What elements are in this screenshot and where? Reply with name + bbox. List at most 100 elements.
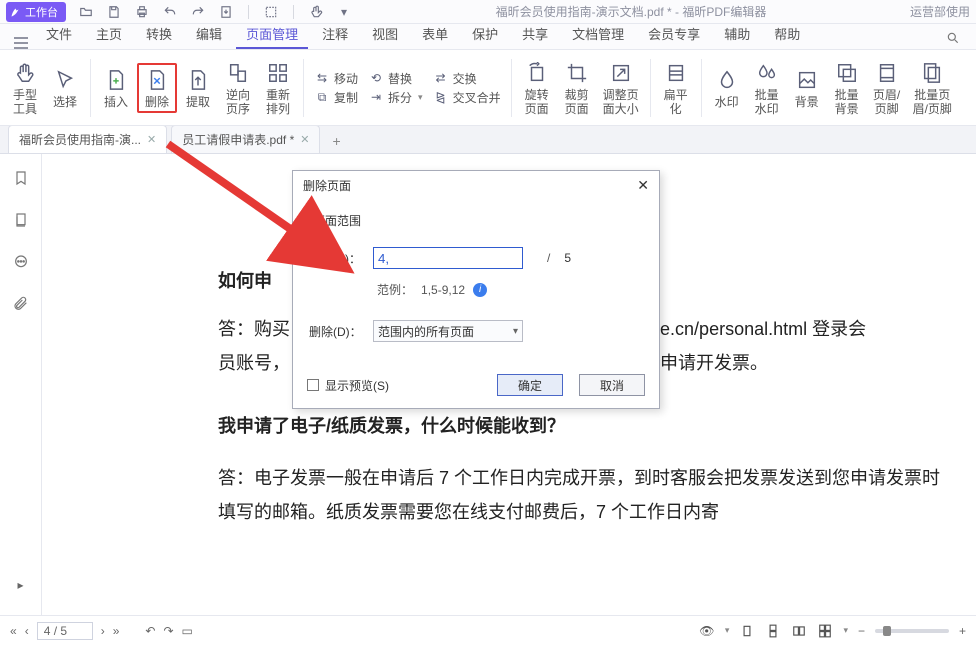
nav-fwd-icon[interactable]: ↷ bbox=[163, 624, 173, 638]
batch-hf-button[interactable]: 批量页 眉/页脚 bbox=[908, 58, 957, 118]
insert-label: 插入 bbox=[104, 95, 128, 109]
ok-button[interactable]: 确定 bbox=[497, 374, 563, 396]
bookmark-icon[interactable] bbox=[11, 168, 31, 188]
copy-button[interactable]: ⧉复制 bbox=[314, 89, 358, 106]
menu-page-manage[interactable]: 页面管理 bbox=[236, 20, 308, 49]
delete-page-button[interactable]: 删除 bbox=[137, 63, 177, 113]
header-footer-button[interactable]: 页眉/ 页脚 bbox=[868, 58, 906, 118]
move-button[interactable]: ⇆移动 bbox=[314, 70, 358, 87]
hamburger-icon[interactable] bbox=[10, 37, 32, 49]
flatten-button[interactable]: 扁平 化 bbox=[657, 58, 695, 118]
nav-back-icon[interactable]: ↶ bbox=[145, 624, 155, 638]
heading-2: 我申请了电子/纸质发票，什么时候能收到？ bbox=[218, 409, 956, 443]
replace-icon: ⟲ bbox=[368, 70, 384, 86]
crop-button[interactable]: 裁剪 页面 bbox=[558, 58, 596, 118]
batch-background-button[interactable]: 批量 背景 bbox=[828, 58, 866, 118]
batch-watermark-label: 批量 水印 bbox=[755, 88, 779, 116]
watermark-button[interactable]: 水印 bbox=[708, 65, 746, 111]
menu-doc-mgmt[interactable]: 文档管理 bbox=[562, 20, 634, 49]
save-icon[interactable] bbox=[106, 4, 122, 20]
menu-protect[interactable]: 保护 bbox=[462, 20, 508, 49]
close-icon[interactable]: ✕ bbox=[637, 177, 649, 194]
redo-icon[interactable] bbox=[190, 4, 206, 20]
delete-scope-select[interactable]: 范围内的所有页面 ▾ bbox=[373, 320, 523, 342]
rearrange-button[interactable]: 重新 排列 bbox=[259, 58, 297, 118]
flatten-icon bbox=[663, 60, 689, 86]
page-number-box[interactable]: 4 / 5 bbox=[37, 622, 93, 640]
menu-assist[interactable]: 辅助 bbox=[714, 20, 760, 49]
background-button[interactable]: 背景 bbox=[788, 65, 826, 111]
hand-tool-button[interactable]: 手型 工具 bbox=[6, 58, 44, 118]
drop-icon bbox=[714, 67, 740, 93]
next-page-icon[interactable]: › bbox=[101, 624, 105, 638]
print-icon[interactable] bbox=[134, 4, 150, 20]
tab-doc-2[interactable]: 员工请假申请表.pdf * ✕ bbox=[171, 125, 320, 153]
dialog-title: 删除页面 bbox=[303, 177, 351, 194]
close-icon[interactable]: ✕ bbox=[147, 133, 156, 146]
pages-icon[interactable] bbox=[11, 210, 31, 230]
menu-annotate[interactable]: 注释 bbox=[312, 20, 358, 49]
dialog-body: 页面范围 页面(P)： / 5 范例： 1,5-9,12 i 删除(D)： 范围… bbox=[293, 200, 659, 370]
swap-button[interactable]: ⇄交换 bbox=[433, 70, 501, 87]
split-button[interactable]: ⇥拆分▾ bbox=[368, 89, 423, 106]
delete-scope-row: 删除(D)： 范围内的所有页面 ▾ bbox=[309, 320, 643, 342]
menu-member[interactable]: 会员专享 bbox=[638, 20, 710, 49]
single-page-icon[interactable] bbox=[739, 623, 755, 639]
replace-button[interactable]: ⟲替换 bbox=[368, 70, 423, 87]
facing-continuous-icon[interactable] bbox=[817, 623, 833, 639]
menu-convert[interactable]: 转换 bbox=[136, 20, 182, 49]
prev-page-icon[interactable]: ‹ bbox=[25, 624, 29, 638]
attachment-icon[interactable] bbox=[11, 294, 31, 314]
swap-merge-button[interactable]: ⧎交叉合并 bbox=[433, 89, 501, 106]
last-page-icon[interactable]: » bbox=[113, 624, 120, 638]
select-button[interactable]: 选择 bbox=[46, 65, 84, 111]
feather-icon bbox=[10, 6, 22, 18]
menu-share[interactable]: 共享 bbox=[512, 20, 558, 49]
comment-icon[interactable] bbox=[11, 252, 31, 272]
dropdown-icon[interactable]: ▾ bbox=[336, 4, 352, 20]
close-icon[interactable]: ✕ bbox=[300, 133, 309, 146]
add-tab-button[interactable]: + bbox=[324, 129, 348, 153]
expand-sidebar-icon[interactable]: ▸ bbox=[11, 575, 31, 595]
menu-edit[interactable]: 编辑 bbox=[186, 20, 232, 49]
tab-doc-1[interactable]: 福昕会员使用指南-演... ✕ bbox=[8, 125, 167, 153]
menu-view[interactable]: 视图 bbox=[362, 20, 408, 49]
resize-button[interactable]: 调整页 面大小 bbox=[598, 58, 644, 118]
menu-home[interactable]: 主页 bbox=[86, 20, 132, 49]
show-preview-checkbox[interactable]: 显示预览(S) bbox=[307, 377, 389, 394]
zoom-slider[interactable] bbox=[875, 629, 949, 633]
slider-thumb[interactable] bbox=[883, 626, 891, 636]
crop-label: 裁剪 页面 bbox=[565, 88, 589, 116]
zoom-out-icon[interactable]: − bbox=[858, 624, 865, 638]
hand-icon[interactable] bbox=[308, 4, 324, 20]
workbench-badge[interactable]: 工作台 bbox=[6, 2, 66, 22]
org-label: 运营部使用 bbox=[910, 3, 970, 20]
batch-watermark-button[interactable]: 批量 水印 bbox=[748, 58, 786, 118]
facing-icon[interactable] bbox=[791, 623, 807, 639]
insert-page-button[interactable]: 插入 bbox=[97, 65, 135, 111]
extract-button[interactable]: 提取 bbox=[179, 65, 217, 111]
continuous-icon[interactable] bbox=[765, 623, 781, 639]
menu-help[interactable]: 帮助 bbox=[764, 20, 810, 49]
read-mode-icon[interactable]: 👁 bbox=[699, 623, 715, 639]
menu-file[interactable]: 文件 bbox=[36, 20, 82, 49]
export-icon[interactable] bbox=[218, 4, 234, 20]
undo-icon[interactable] bbox=[162, 4, 178, 20]
crop-icon bbox=[564, 60, 590, 86]
cursor-icon bbox=[52, 67, 78, 93]
first-page-icon[interactable]: « bbox=[10, 624, 17, 638]
copy-icon: ⧉ bbox=[314, 89, 330, 105]
open-icon[interactable] bbox=[78, 4, 94, 20]
menu-search-icon[interactable] bbox=[940, 27, 966, 49]
page-input[interactable] bbox=[373, 247, 523, 269]
reverse-order-button[interactable]: 逆向 页序 bbox=[219, 58, 257, 118]
bg-icon bbox=[794, 67, 820, 93]
cancel-button[interactable]: 取消 bbox=[579, 374, 645, 396]
presentation-icon[interactable]: ▭ bbox=[182, 624, 193, 638]
tab-doc-1-label: 福昕会员使用指南-演... bbox=[19, 131, 141, 148]
info-icon[interactable]: i bbox=[473, 283, 487, 297]
zoom-in-icon[interactable]: + bbox=[959, 624, 966, 638]
menu-form[interactable]: 表单 bbox=[412, 20, 458, 49]
rotate-button[interactable]: 旋转 页面 bbox=[518, 58, 556, 118]
screenshot-icon[interactable] bbox=[263, 4, 279, 20]
